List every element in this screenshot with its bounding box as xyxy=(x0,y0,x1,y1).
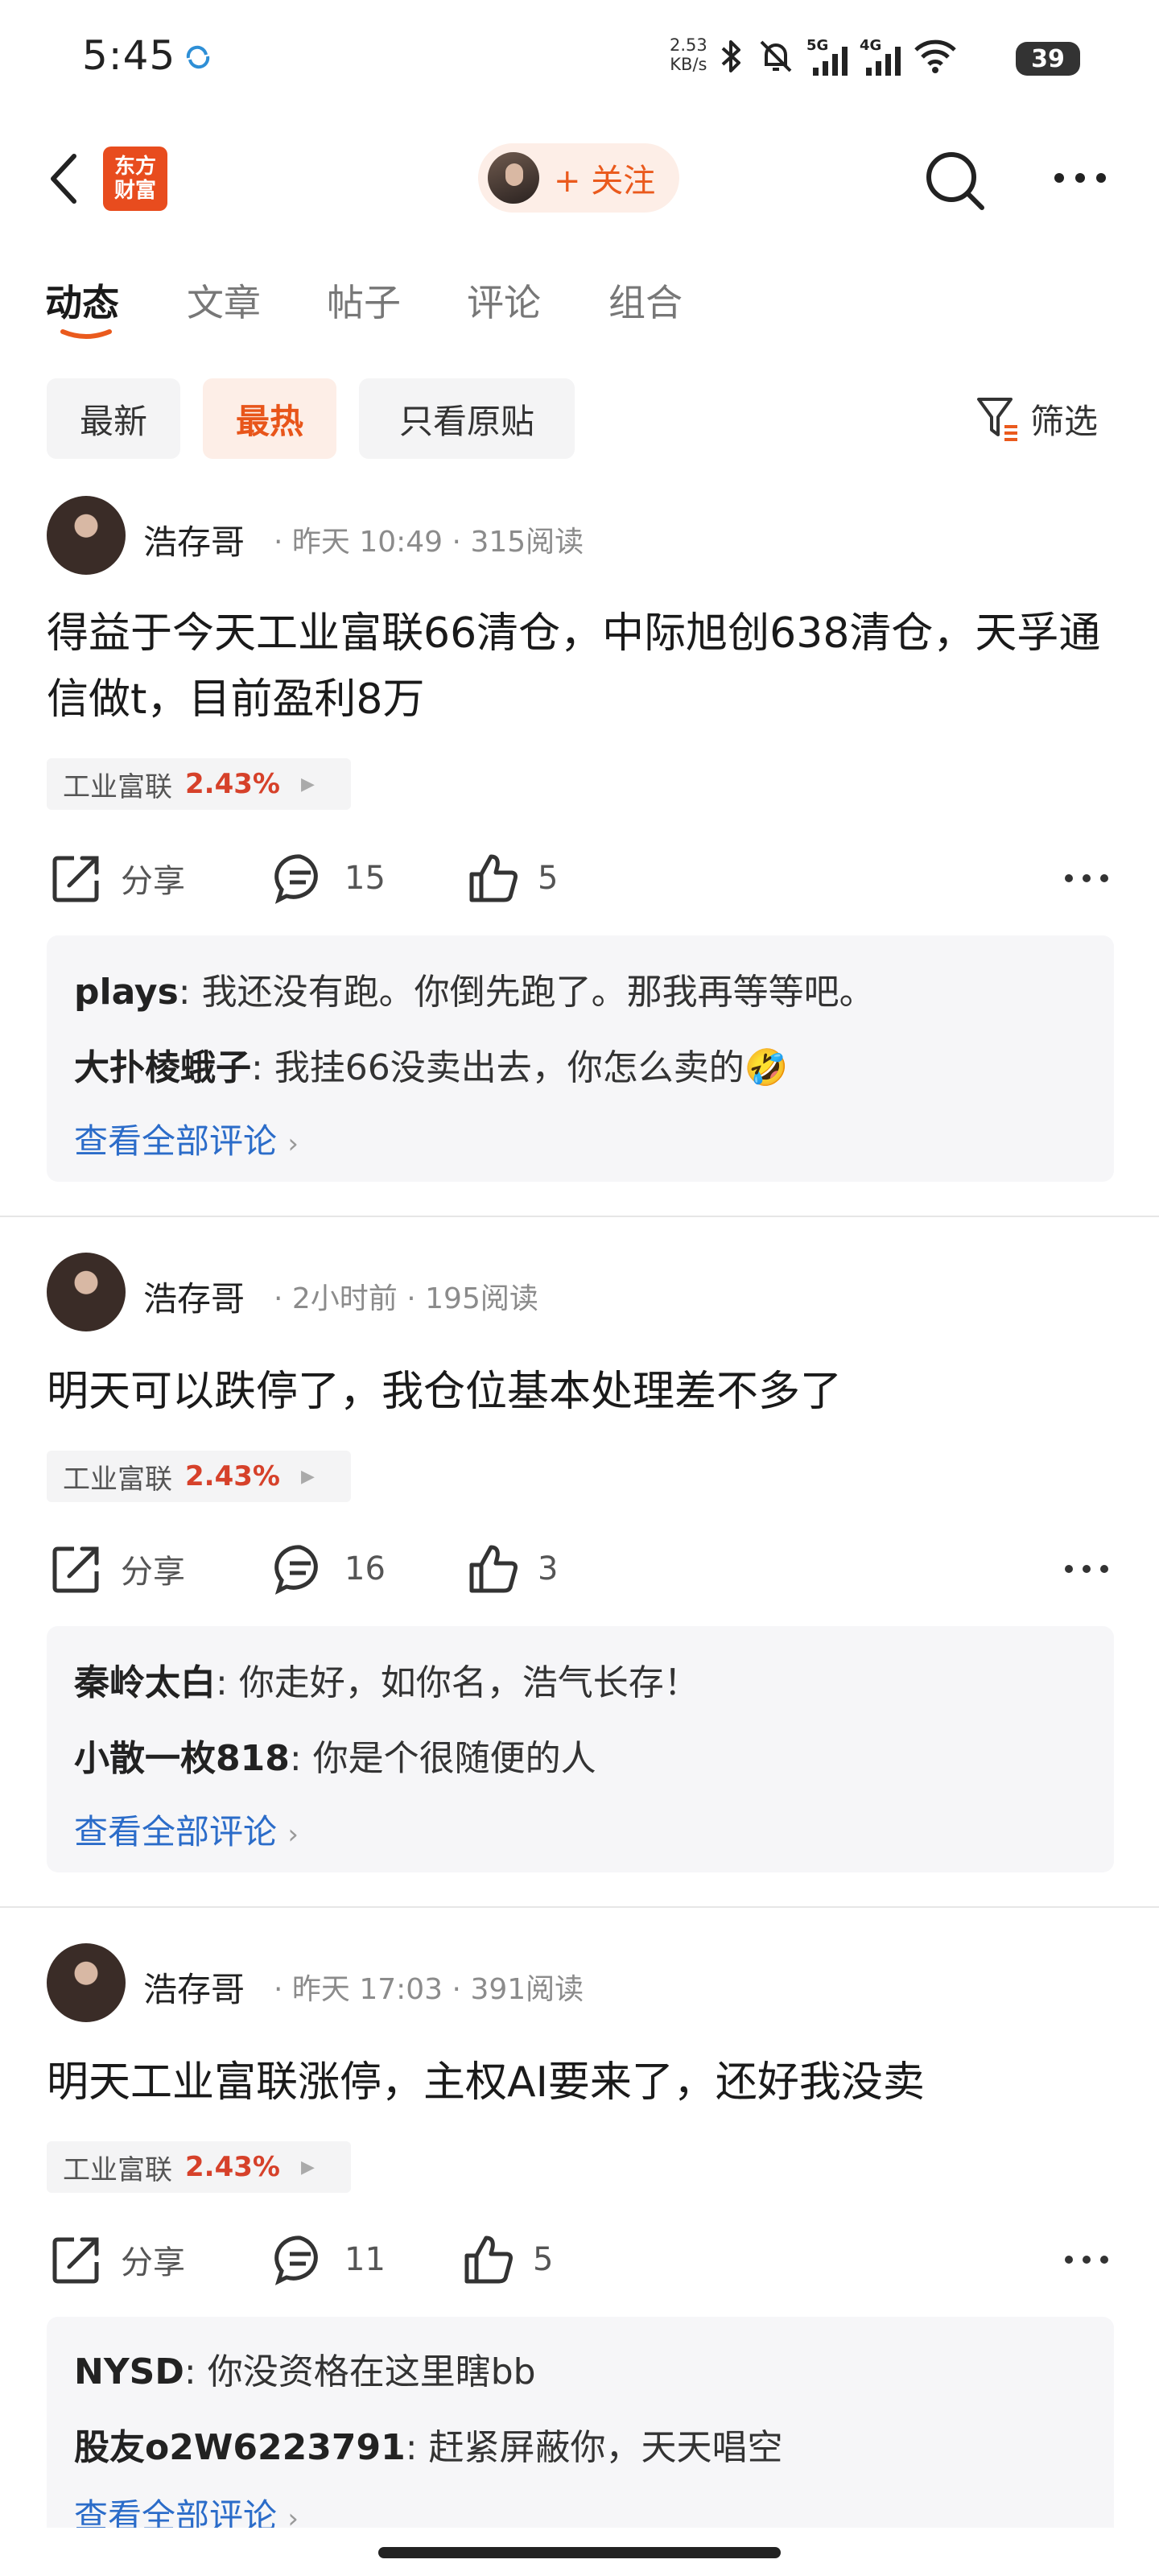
signal-bars-icon xyxy=(813,47,848,76)
play-arrow-icon: ▶ xyxy=(300,2157,315,2178)
home-indicator[interactable] xyxy=(378,2547,781,2558)
post-meta: · 昨天 10:49 · 315阅读 xyxy=(274,526,584,559)
filter-original-only[interactable]: 只看原贴 xyxy=(359,378,575,459)
filter-button[interactable]: 筛选 xyxy=(975,388,1098,449)
comment-button[interactable]: 16 xyxy=(274,1542,386,1596)
comment-item: plays: 我还没有跑。你倒先跑了。那我再等等吧。 xyxy=(74,972,875,1013)
post-content[interactable]: 得益于今天工业富联66清仓，中际旭创638清仓，天孚通信做t，目前盈利8万 xyxy=(47,601,1109,733)
divider xyxy=(0,1216,1159,1217)
tab-articles[interactable]: 文章 xyxy=(187,274,261,327)
comment-item: 大扑棱蛾子: 我挂66没卖出去，你怎么卖的🤣 xyxy=(74,1047,789,1088)
chevron-right-icon: › xyxy=(287,2503,299,2528)
filter-funnel-icon xyxy=(977,398,1017,441)
filter-label: 筛选 xyxy=(1030,401,1099,441)
filter-latest[interactable]: 最新 xyxy=(47,378,180,459)
comment-item: 小散一枚818: 你是个很随便的人 xyxy=(74,1738,596,1779)
like-button[interactable]: 5 xyxy=(462,2233,553,2286)
follow-button[interactable]: + 关注 xyxy=(478,143,679,213)
comment-icon xyxy=(274,1545,318,1595)
share-button[interactable]: 分享 xyxy=(50,2233,185,2286)
status-icons: 5G 4G xyxy=(716,34,958,79)
tab-portfolio[interactable]: 组合 xyxy=(608,274,683,327)
post-more-icon[interactable] xyxy=(1064,870,1109,886)
divider xyxy=(0,1906,1159,1908)
mute-bell-icon xyxy=(760,40,792,72)
play-arrow-icon: ▶ xyxy=(300,774,315,795)
share-button[interactable]: 分享 xyxy=(50,852,185,905)
comment-item: 股友o2W6223791: 赶紧屏蔽你，天天唱空 xyxy=(74,2427,783,2468)
author-name[interactable]: 浩存哥 xyxy=(143,1272,245,1321)
post-content[interactable]: 明天工业富联涨停，主权AI要来了，还好我没卖 xyxy=(47,2050,1109,2116)
signal-5g-indicator: 5G xyxy=(806,37,848,76)
stock-tag[interactable]: 工业富联 2.43% ▶ xyxy=(47,1451,351,1502)
play-arrow-icon: ▶ xyxy=(300,1466,315,1487)
share-icon xyxy=(52,1546,99,1593)
tab-posts[interactable]: 帖子 xyxy=(327,274,401,327)
comment-icon xyxy=(274,2235,318,2285)
more-options-icon[interactable] xyxy=(1051,158,1109,198)
active-tab-indicator xyxy=(60,329,112,339)
like-button[interactable]: 5 xyxy=(467,852,558,905)
share-button[interactable]: 分享 xyxy=(50,1542,185,1596)
view-all-comments-link[interactable]: 查看全部评论 › xyxy=(74,2489,299,2528)
signal-bars-icon xyxy=(866,47,901,76)
like-button[interactable]: 3 xyxy=(467,1542,558,1596)
battery-indicator: 39 xyxy=(1016,42,1080,76)
status-time: 5:45 xyxy=(82,32,176,79)
sync-icon xyxy=(186,45,210,69)
signal-4g-indicator: 4G xyxy=(860,37,901,76)
chevron-right-icon: › xyxy=(287,1128,299,1160)
comment-item: NYSD: 你没资格在这里瞎bb xyxy=(74,2351,536,2392)
view-all-comments-link[interactable]: 查看全部评论 › xyxy=(74,1114,299,1163)
comment-preview[interactable]: plays: 我还没有跑。你倒先跑了。那我再等等吧。 大扑棱蛾子: 我挂66没卖… xyxy=(47,935,1114,1182)
comment-preview[interactable]: 秦岭太白: 你走好，如你名，浩气长存！ 小散一枚818: 你是个很随便的人 查看… xyxy=(47,1626,1114,1872)
thumbs-up-icon xyxy=(469,854,518,902)
view-all-comments-link[interactable]: 查看全部评论 › xyxy=(74,1805,299,1854)
post-more-icon[interactable] xyxy=(1064,1561,1109,1577)
network-speed: 2.53 KB/s xyxy=(670,35,707,74)
avatar xyxy=(488,152,539,204)
author-avatar[interactable] xyxy=(47,496,126,575)
post-content[interactable]: 明天可以跌停了，我仓位基本处理差不多了 xyxy=(47,1359,1109,1425)
author-name[interactable]: 浩存哥 xyxy=(143,515,245,564)
bluetooth-icon xyxy=(721,40,740,72)
thumbs-up-icon xyxy=(469,1545,518,1593)
post-meta: · 2小时前 · 195阅读 xyxy=(274,1282,538,1315)
comment-icon xyxy=(274,854,318,904)
author-avatar[interactable] xyxy=(47,1943,126,2022)
app-logo: 东方 财富 xyxy=(103,147,167,211)
author-name[interactable]: 浩存哥 xyxy=(143,1963,245,2012)
filter-hottest[interactable]: 最热 xyxy=(203,378,336,459)
author-avatar[interactable] xyxy=(47,1253,126,1331)
comment-button[interactable]: 15 xyxy=(274,852,386,905)
share-icon xyxy=(52,856,99,902)
comment-button[interactable]: 11 xyxy=(274,2233,386,2286)
comment-item: 秦岭太白: 你走好，如你名，浩气长存！ xyxy=(74,1662,699,1703)
comment-preview[interactable]: NYSD: 你没资格在这里瞎bb 股友o2W6223791: 赶紧屏蔽你，天天唱… xyxy=(47,2317,1114,2528)
chevron-right-icon: › xyxy=(287,1818,299,1851)
stock-tag[interactable]: 工业富联 2.43% ▶ xyxy=(47,2141,351,2193)
stock-tag[interactable]: 工业富联 2.43% ▶ xyxy=(47,758,351,810)
tab-dynamic[interactable]: 动态 xyxy=(45,274,119,327)
wifi-icon xyxy=(914,39,956,73)
share-icon xyxy=(52,2237,99,2284)
follow-label: + 关注 xyxy=(554,163,656,200)
post-meta: · 昨天 17:03 · 391阅读 xyxy=(274,1973,584,2006)
back-arrow-icon[interactable] xyxy=(42,147,90,211)
search-icon[interactable] xyxy=(921,147,988,214)
tab-comments[interactable]: 评论 xyxy=(467,274,541,327)
post-more-icon[interactable] xyxy=(1064,2252,1109,2268)
thumbs-up-icon xyxy=(464,2235,513,2284)
